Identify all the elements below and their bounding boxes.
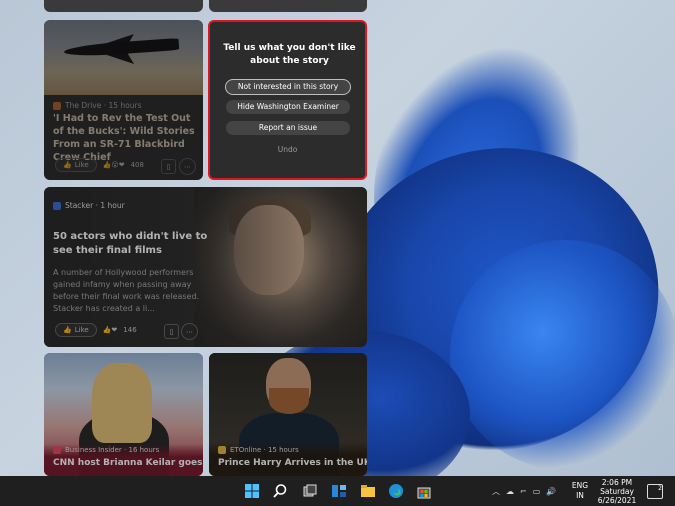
feedback-dialog: Tell us what you don't like about the st… bbox=[208, 20, 367, 180]
language-indicator[interactable]: ENG IN bbox=[569, 481, 591, 501]
task-view-icon[interactable] bbox=[302, 483, 318, 499]
start-icon[interactable] bbox=[244, 483, 260, 499]
taskbar: ︿ ☁ ⌐ ▭ 🔊 ENG IN 2:06 PM Saturday 6/26/2… bbox=[0, 476, 675, 506]
volume-icon[interactable]: 🔊 bbox=[546, 487, 556, 496]
widgets-board: The Drive · 15 hours 'I Had to Rev the T… bbox=[0, 0, 375, 476]
dim-overlay bbox=[44, 353, 203, 476]
card-stub bbox=[44, 0, 203, 12]
store-icon[interactable] bbox=[416, 483, 432, 499]
search-icon[interactable] bbox=[272, 483, 288, 499]
dim-overlay bbox=[209, 353, 367, 476]
hide-source-button[interactable]: Hide Washington Examiner bbox=[226, 100, 350, 114]
clock[interactable]: 2:06 PM Saturday 6/26/2021 bbox=[593, 478, 641, 505]
report-issue-button[interactable]: Report an issue bbox=[226, 121, 350, 135]
cloud-icon[interactable]: ☁ bbox=[506, 487, 514, 496]
chevron-up-icon[interactable]: ︿ bbox=[492, 486, 500, 497]
card-stub bbox=[209, 0, 367, 12]
dialog-heading: Tell us what you don't like about the st… bbox=[223, 43, 356, 66]
edge-icon[interactable] bbox=[388, 483, 404, 499]
not-interested-button[interactable]: Not interested in this story bbox=[225, 79, 351, 95]
file-explorer-icon[interactable] bbox=[360, 483, 376, 499]
notification-icon[interactable]: 2 bbox=[647, 484, 663, 499]
news-card-sr71[interactable]: The Drive · 15 hours 'I Had to Rev the T… bbox=[44, 20, 203, 180]
undo-link[interactable]: Undo bbox=[210, 145, 365, 154]
widgets-icon[interactable] bbox=[331, 483, 347, 499]
news-card-harry[interactable]: ETOnline · 15 hours Prince Harry Arrives… bbox=[209, 353, 367, 476]
news-card-cnn[interactable]: Business Insider · 16 hours CNN host Bri… bbox=[44, 353, 203, 476]
system-tray: ︿ ☁ ⌐ ▭ 🔊 bbox=[492, 476, 556, 506]
dim-overlay bbox=[44, 187, 367, 347]
dim-overlay bbox=[44, 20, 203, 180]
wallpaper-bloom bbox=[450, 240, 675, 470]
pen-icon[interactable]: ⌐ bbox=[520, 487, 527, 496]
network-icon[interactable]: ▭ bbox=[533, 487, 541, 496]
news-card-actors[interactable]: Stacker · 1 hour 50 actors who didn't li… bbox=[44, 187, 367, 347]
